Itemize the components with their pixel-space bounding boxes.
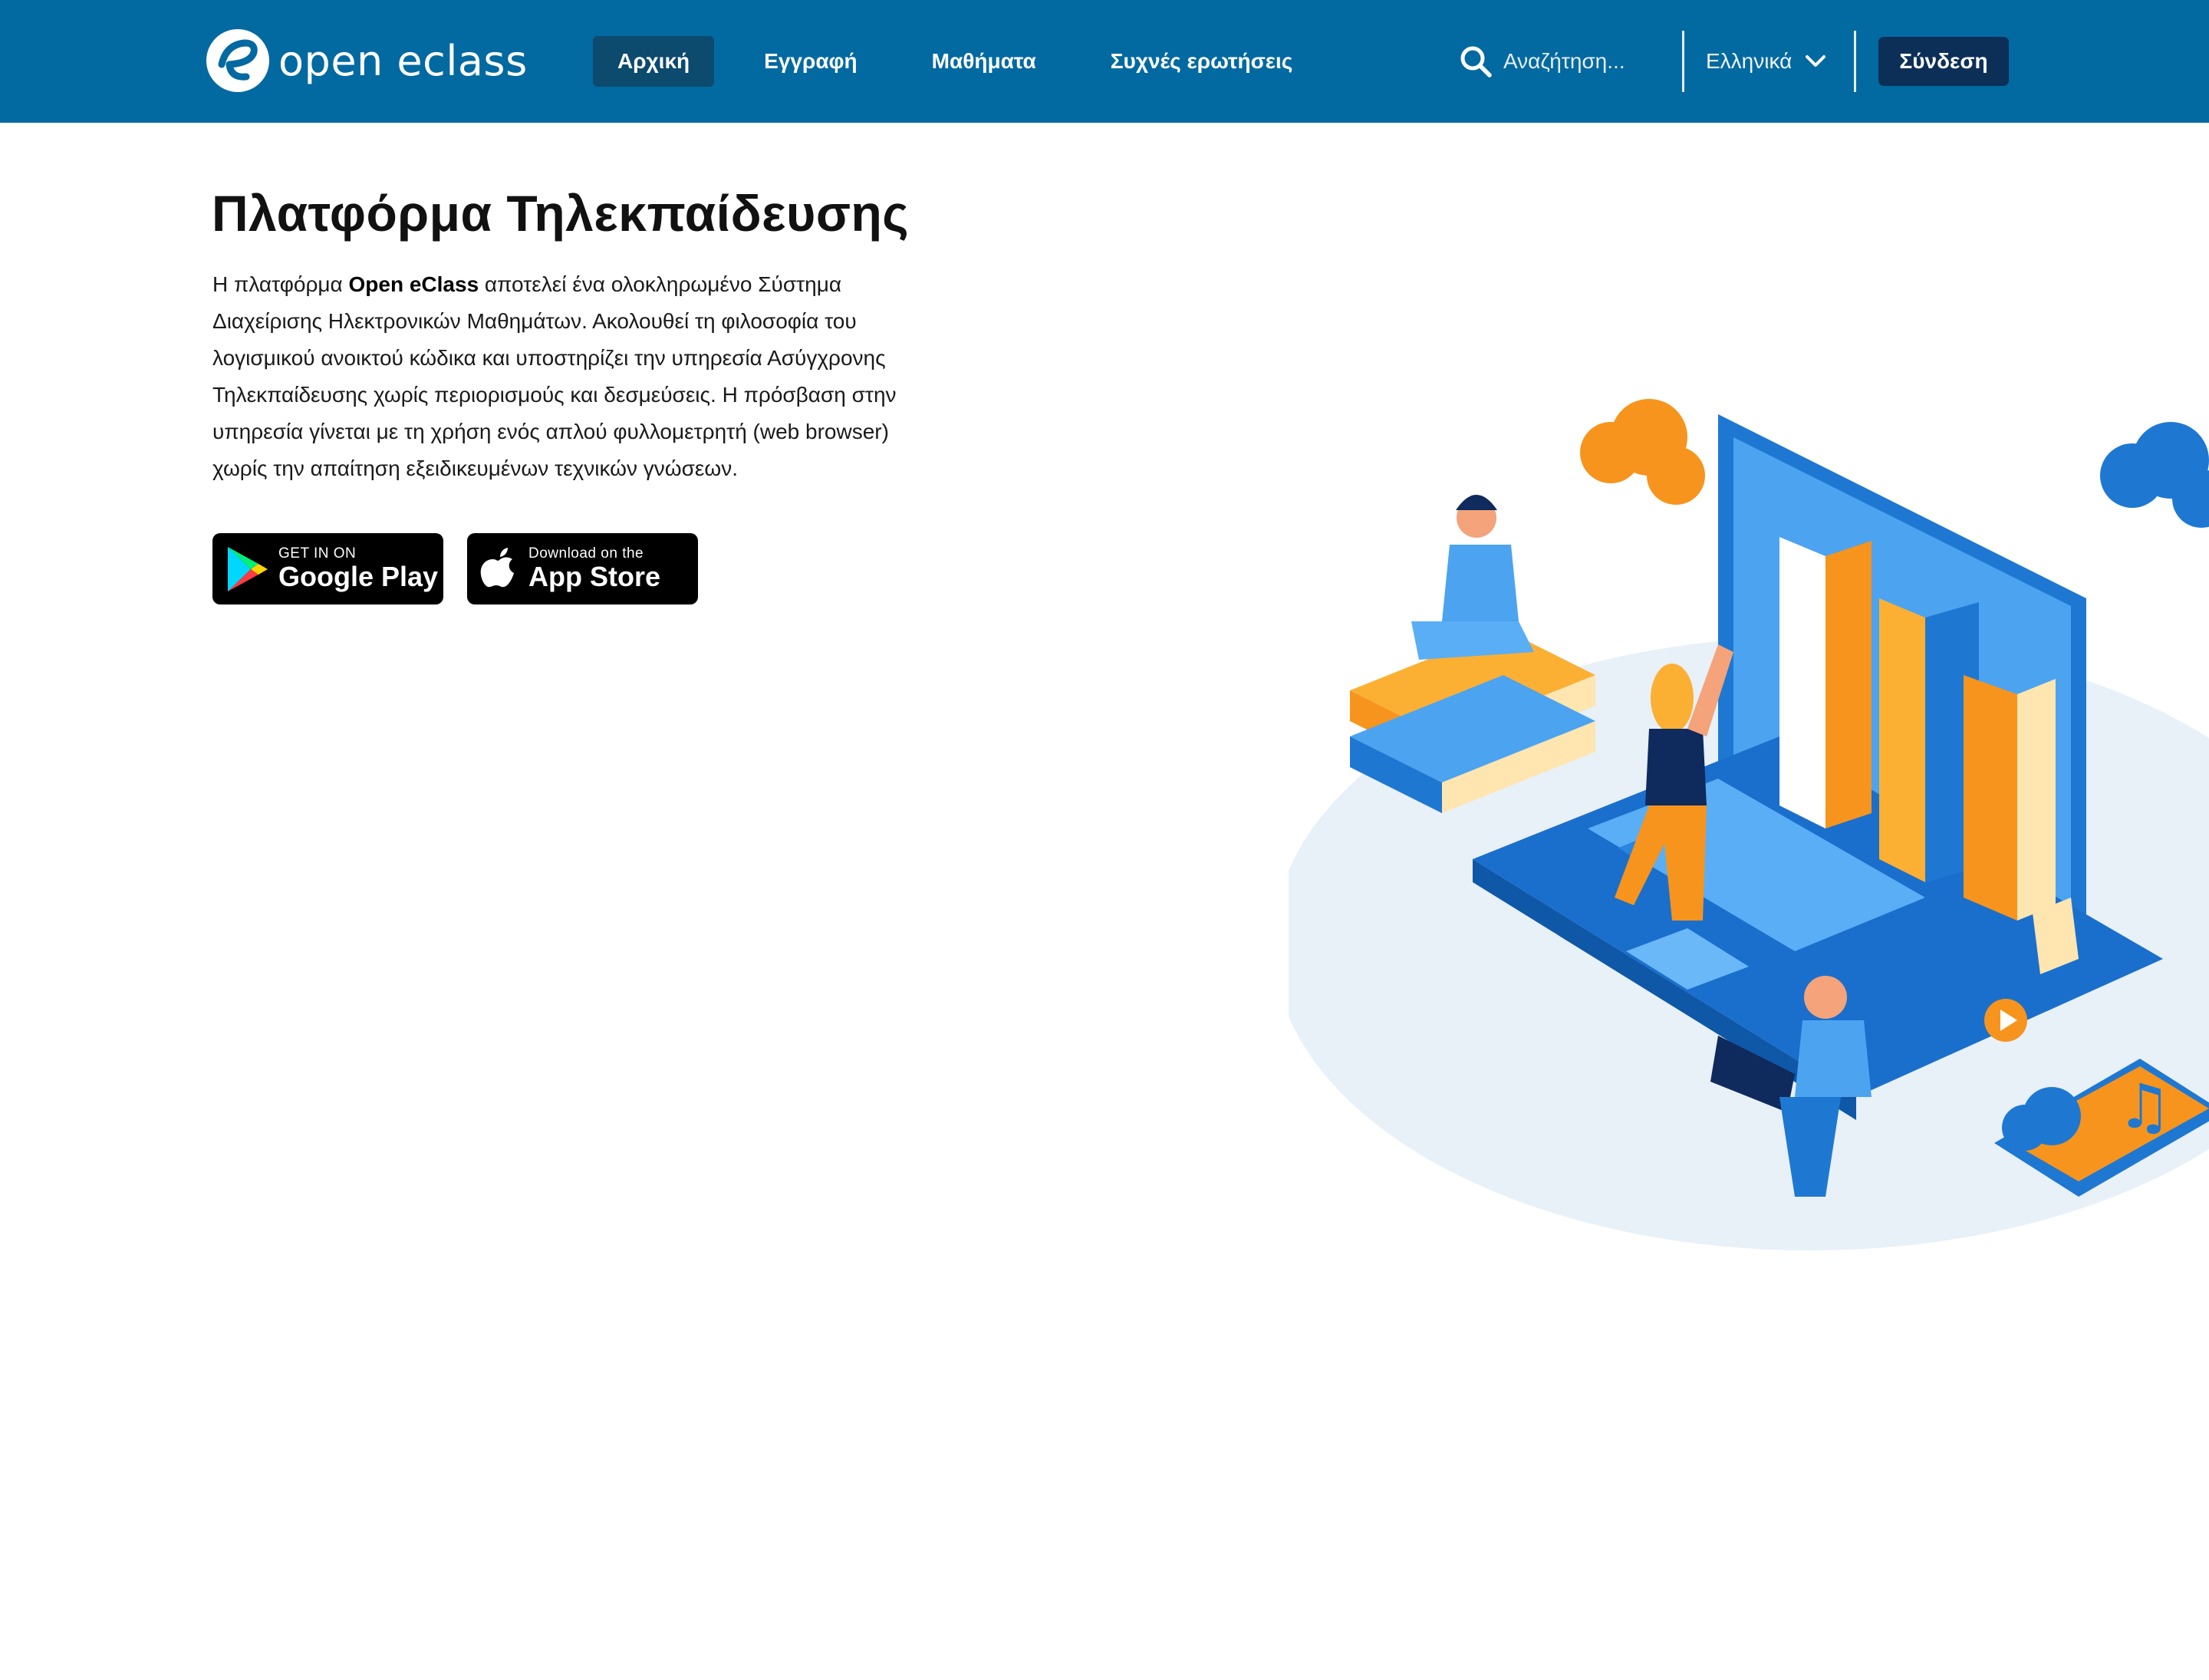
header-divider: [1682, 31, 1684, 92]
language-select[interactable]: Ελληνικά: [1706, 43, 1827, 80]
app-store-label: App Store: [528, 560, 661, 592]
nav-courses[interactable]: Μαθήματα: [907, 36, 1061, 87]
description-suffix: αποτελεί ένα ολοκληρωμένο Σύστημα Διαχεί…: [212, 272, 897, 480]
hero-illustration: ♫: [1289, 399, 2209, 1250]
search-icon[interactable]: [1459, 44, 1493, 78]
eclass-logo-icon: [206, 29, 269, 92]
book-cream: [2017, 679, 2056, 921]
header-divider: [1854, 31, 1856, 92]
search-box: [1459, 43, 1641, 80]
book-yellow: [1879, 598, 1925, 882]
apple-icon: [480, 547, 514, 587]
book-white: [1779, 537, 1825, 828]
logo-text: open eclass: [278, 36, 528, 85]
search-input[interactable]: [1503, 49, 1641, 74]
chevron-down-icon: [1806, 55, 1826, 67]
platform-description: Η πλατφόρμα Open eClass αποτελεί ένα ολο…: [212, 266, 949, 487]
nav-faq[interactable]: Συχνές ερωτήσεις: [1086, 36, 1318, 87]
nav-home[interactable]: Αρχική: [593, 36, 715, 87]
book-orange-2: [1964, 675, 2017, 921]
person-reading: [1411, 495, 1534, 660]
cloud-blue: [2100, 422, 2209, 528]
description-prefix: Η πλατφόρμα: [212, 272, 349, 296]
google-play-icon: [228, 546, 268, 591]
top-navbar: open eclass Αρχική Εγγραφή Μαθήματα Συχν…: [0, 0, 2209, 123]
svg-text:♫: ♫: [2117, 1071, 2172, 1142]
google-play-text: GET IN ON Google Play: [278, 545, 439, 592]
google-play-small: GET IN ON: [278, 545, 357, 562]
language-label: Ελληνικά: [1706, 49, 1793, 73]
main-nav: Αρχική Εγγραφή Μαθήματα Συχνές ερωτήσεις: [593, 36, 1342, 87]
login-button[interactable]: Σύνδεση: [1878, 37, 2009, 86]
page-title: Πλατφόρμα Τηλεκπαίδευσης: [212, 185, 910, 242]
cloud-orange: [1580, 399, 1705, 505]
nav-register[interactable]: Εγγραφή: [739, 36, 882, 87]
book-orange: [1825, 541, 1872, 828]
google-play-label: Google Play: [278, 560, 439, 592]
app-store-button[interactable]: Download on the App Store: [467, 533, 698, 604]
google-play-button[interactable]: GET IN ON Google Play: [212, 533, 443, 604]
app-store-text: Download on the App Store: [528, 545, 661, 592]
app-store-small: Download on the: [528, 545, 644, 562]
description-brand: Open eClass: [348, 272, 479, 296]
logo[interactable]: open eclass: [205, 28, 528, 94]
